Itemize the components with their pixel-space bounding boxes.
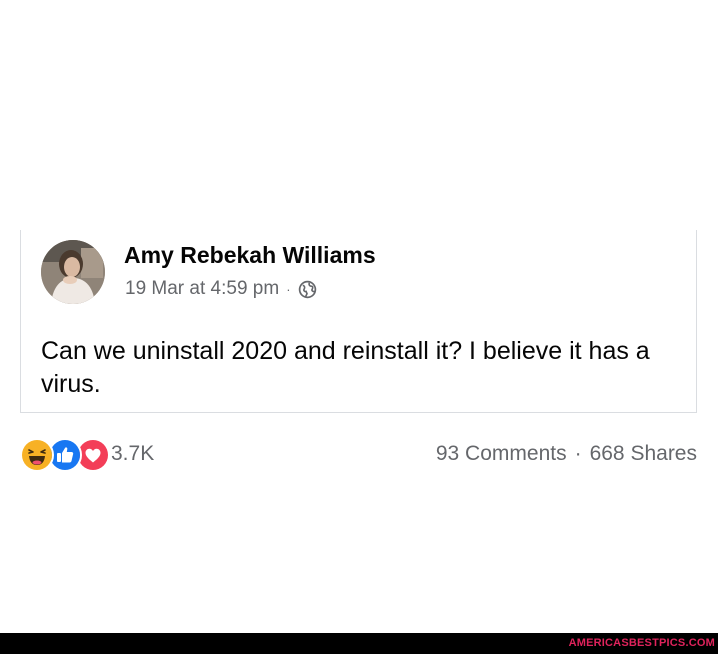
post-stats: 93 Comments · 668 Shares — [436, 442, 697, 466]
comments-count[interactable]: 93 Comments — [436, 442, 567, 466]
post-card: Amy Rebekah Williams 19 Mar at 4:59 pm ·… — [20, 230, 697, 413]
globe-icon[interactable] — [298, 280, 317, 299]
reaction-icons[interactable] — [20, 438, 110, 472]
meta-separator: · — [286, 281, 291, 297]
footer-bar: AMERICASBESTPICS.COM — [0, 633, 718, 654]
post-meta: 19 Mar at 4:59 pm · — [125, 278, 317, 300]
post-text: Can we uninstall 2020 and reinstall it? … — [41, 337, 650, 398]
haha-icon[interactable] — [20, 438, 54, 472]
reactions-row: 3.7K 93 Comments · 668 Shares — [20, 438, 697, 472]
watermark: AMERICASBESTPICS.COM — [568, 637, 715, 649]
shares-count[interactable]: 668 Shares — [590, 442, 697, 466]
author-name[interactable]: Amy Rebekah Williams — [124, 242, 376, 269]
stats-separator: · — [574, 442, 582, 465]
post-timestamp[interactable]: 19 Mar at 4:59 pm — [125, 278, 279, 300]
avatar[interactable] — [41, 240, 105, 304]
reaction-count[interactable]: 3.7K — [111, 442, 154, 466]
